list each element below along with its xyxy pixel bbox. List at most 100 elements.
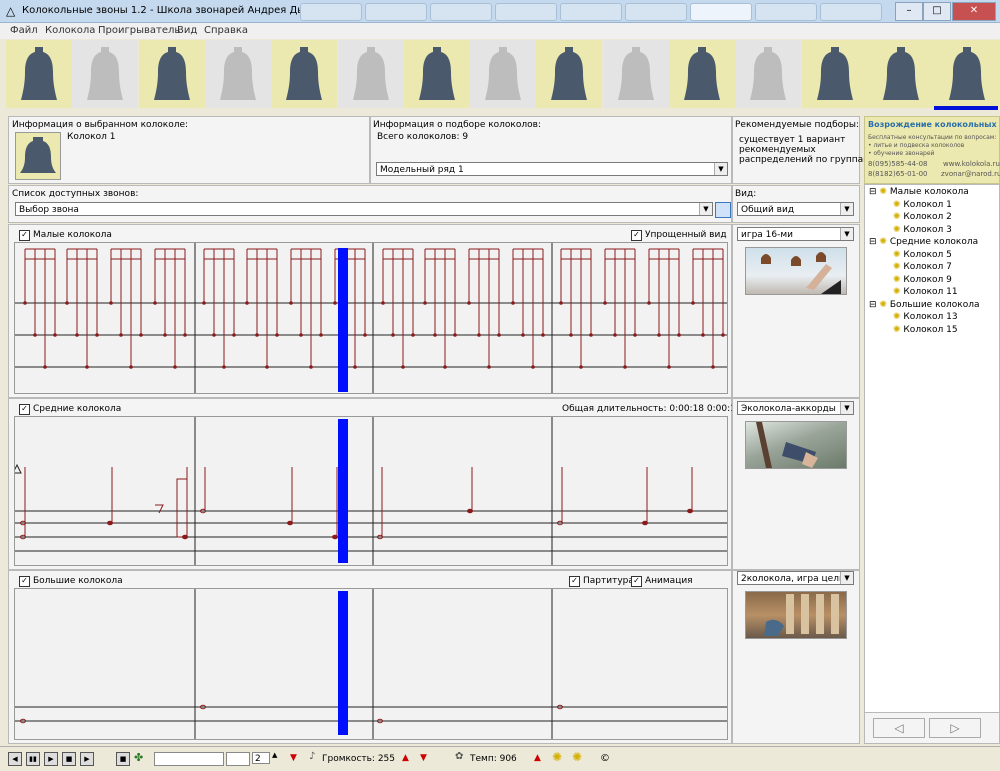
- bell-tile[interactable]: [404, 40, 470, 108]
- small-ring-select[interactable]: игра 16-ми ▼: [737, 227, 854, 241]
- collapse-icon[interactable]: ⊟: [869, 237, 877, 247]
- maximize-button[interactable]: □: [923, 2, 951, 21]
- taskbar-tab[interactable]: [365, 3, 427, 21]
- taskbar-tab[interactable]: [625, 3, 687, 21]
- note-head: [443, 365, 447, 369]
- counter-field[interactable]: [226, 752, 250, 766]
- play-button[interactable]: ▶: [44, 752, 58, 766]
- chevron-down-icon[interactable]: ▼: [714, 163, 727, 175]
- taskbar-tab[interactable]: [300, 3, 362, 21]
- simplified-view-checkbox[interactable]: ✓: [631, 230, 642, 241]
- small-bells-staff[interactable]: [14, 242, 728, 394]
- tempo-up-icon[interactable]: ▲: [534, 753, 541, 763]
- ad-line: Бесплатные консультации по вопросам:: [868, 134, 997, 141]
- partitura-checkbox[interactable]: ✓: [569, 576, 580, 587]
- tempo-down-icon[interactable]: ▼: [420, 753, 427, 763]
- chevron-down-icon[interactable]: ▼: [840, 572, 853, 584]
- prev-button[interactable]: ◁: [873, 718, 925, 738]
- chevron-down-icon[interactable]: ▼: [840, 402, 853, 414]
- bell-tile[interactable]: [72, 40, 138, 108]
- animation-checkbox[interactable]: ✓: [631, 576, 642, 587]
- volume-up-icon[interactable]: ▲: [402, 753, 409, 763]
- minimize-button[interactable]: –: [895, 2, 923, 21]
- stop-button[interactable]: ■: [62, 752, 76, 766]
- tree-item[interactable]: ✺ Колокол 1: [893, 200, 952, 210]
- ad-site-link[interactable]: www.kolokola.ru: [943, 160, 1000, 168]
- tree-item[interactable]: ✺ Колокол 11: [893, 287, 958, 297]
- tree-item[interactable]: ✺ Колокол 7: [893, 262, 952, 272]
- medium-ring-select[interactable]: Эколокола-аккорды ▼: [737, 401, 854, 415]
- chevron-down-icon[interactable]: ▼: [840, 203, 853, 215]
- bell-tile[interactable]: [205, 40, 271, 108]
- large-bells-staff[interactable]: [14, 588, 728, 740]
- tree-group[interactable]: ⊟ ✺ Малые колокола: [869, 187, 969, 197]
- ad-email-link[interactable]: zvonar@narod.ru: [941, 170, 1000, 178]
- bell-tile[interactable]: [338, 40, 404, 108]
- series-select[interactable]: Модельный ряд 1 ▼: [376, 162, 728, 176]
- chevron-down-icon[interactable]: ▼: [699, 203, 712, 215]
- tree-item[interactable]: ✺ Колокол 13: [893, 312, 958, 322]
- bell-tile[interactable]: [603, 40, 669, 108]
- bell-tile[interactable]: [139, 40, 205, 108]
- mixer-icon[interactable]: ✤: [134, 751, 143, 764]
- menu-bells[interactable]: Колокола: [45, 25, 95, 36]
- forward-button[interactable]: ▶: [80, 752, 94, 766]
- collapse-icon[interactable]: ⊟: [869, 187, 877, 197]
- menu-player[interactable]: Проигрыватель: [98, 25, 180, 36]
- bell-tile[interactable]: [271, 40, 337, 108]
- ring-select[interactable]: Выбор звона ▼: [15, 202, 713, 216]
- bell-tile[interactable]: [6, 40, 72, 108]
- record-button[interactable]: ■: [116, 752, 130, 766]
- bell-tile[interactable]: [934, 40, 1000, 108]
- close-button[interactable]: ✕: [952, 2, 996, 21]
- tree-item[interactable]: ✺ Колокол 5: [893, 250, 952, 260]
- tree-group[interactable]: ⊟ ✺ Средние колокола: [869, 237, 978, 247]
- taskbar-tab[interactable]: [820, 3, 882, 21]
- menu-help[interactable]: Справка: [204, 25, 248, 36]
- small-bells-checkbox[interactable]: ✓: [19, 230, 30, 241]
- table-view-icon[interactable]: [715, 202, 731, 218]
- counter-value[interactable]: 2: [252, 752, 270, 764]
- tree-item[interactable]: ✺ Колокол 2: [893, 212, 952, 222]
- bell-tile[interactable]: [536, 40, 602, 108]
- note-head: [275, 333, 279, 337]
- note-head: [467, 301, 471, 305]
- taskbar-tab[interactable]: [560, 3, 622, 21]
- chevron-down-icon[interactable]: ▼: [840, 228, 853, 240]
- position-field[interactable]: [154, 752, 224, 766]
- note-head: [333, 301, 337, 305]
- next-button[interactable]: ▷: [929, 718, 981, 738]
- medium-bells-checkbox[interactable]: ✓: [19, 404, 30, 415]
- tree-item[interactable]: ✺ Колокол 9: [893, 275, 952, 285]
- taskbar-tab[interactable]: [495, 3, 557, 21]
- tree-group[interactable]: ⊟ ✺ Большие колокола: [869, 300, 979, 310]
- ad-line: • обучение звонарей: [868, 150, 935, 157]
- pause-button[interactable]: ▮▮: [26, 752, 40, 766]
- menu-file[interactable]: Файл: [10, 25, 38, 36]
- rewind-button[interactable]: ◀: [8, 752, 22, 766]
- large-bells-checkbox[interactable]: ✓: [19, 576, 30, 587]
- large-ring-select[interactable]: 2колокола, игра целыми ▼: [737, 571, 854, 585]
- taskbar-tab[interactable]: [755, 3, 817, 21]
- medium-bells-staff[interactable]: [12, 416, 728, 566]
- counter-stepper[interactable]: ▲: [272, 751, 277, 759]
- collapse-icon[interactable]: ⊟: [869, 300, 877, 310]
- tree-item[interactable]: ✺ Колокол 3: [893, 225, 952, 235]
- taskbar-tab-active[interactable]: [690, 3, 752, 21]
- tree-item[interactable]: ✺ Колокол 15: [893, 325, 958, 335]
- bell-sun-icon[interactable]: ✺: [572, 750, 582, 764]
- taskbar-tab[interactable]: [430, 3, 492, 21]
- large-bells-label: Большие колокола: [33, 576, 123, 586]
- bell-tile[interactable]: [470, 40, 536, 108]
- bell-tile[interactable]: [669, 40, 735, 108]
- note-head: [289, 301, 293, 305]
- volume-down-icon[interactable]: ▼: [290, 753, 297, 763]
- bell-tile[interactable]: [802, 40, 868, 108]
- bell-tile[interactable]: [735, 40, 801, 108]
- bell-tile[interactable]: [868, 40, 934, 108]
- copyright-icon[interactable]: ©: [600, 753, 610, 764]
- menu-view[interactable]: Вид: [177, 25, 197, 36]
- bell-sun-icon[interactable]: ✺: [552, 750, 562, 764]
- view-select[interactable]: Общий вид ▼: [737, 202, 854, 216]
- note-head: [33, 333, 37, 337]
